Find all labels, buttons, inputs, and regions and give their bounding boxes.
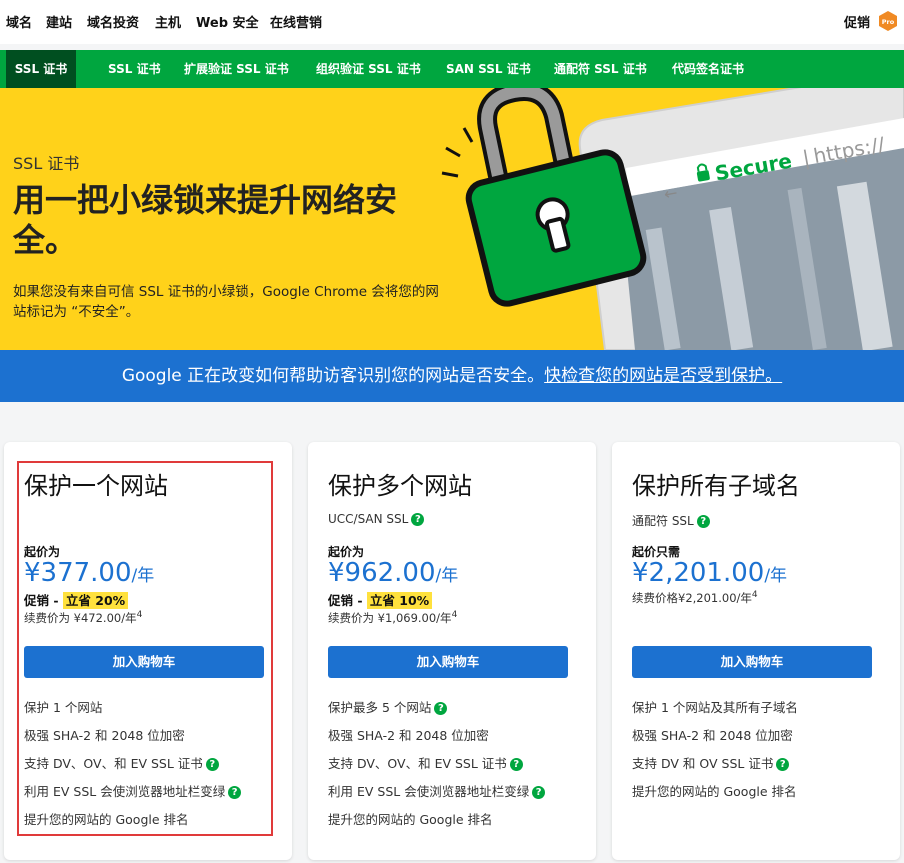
help-icon[interactable]: ?	[205, 758, 219, 771]
tab-ov-ssl[interactable]: 组织验证 SSL 证书	[316, 50, 421, 88]
plan-card-multi-site: 保护多个网站 UCC/SAN SSL? 起价为 ¥962.00/年 促销 - 立…	[308, 442, 596, 860]
plan-renewal-price: 续费价格¥2,201.00/年4	[632, 590, 758, 605]
banner-text: Google 正在改变如何帮助访客识别您的网站是否安全。	[121, 366, 545, 386]
plan-savings-badge: 立省 20%	[62, 592, 129, 609]
plan-features: 保护最多 5 个网站? 极强 SHA-2 和 2048 位加密 支持 DV、OV…	[328, 698, 546, 838]
hero-title: 用一把小绿锁来提升网络安全。	[13, 181, 398, 259]
tab-ssl[interactable]: SSL 证书	[108, 50, 161, 88]
hero: SSL 证书 用一把小绿锁来提升网络安全。 如果您没有来自可信 SSL 证书的小…	[0, 88, 904, 350]
help-icon[interactable]: ?	[696, 515, 710, 528]
help-icon[interactable]: ?	[228, 786, 242, 799]
nav-domain-investing[interactable]: 域名投资	[87, 12, 139, 31]
help-icon[interactable]: ?	[776, 758, 790, 771]
product-nav-current[interactable]: SSL 证书	[6, 50, 76, 88]
top-nav: 域名 建站 域名投资 主机 Web 安全 在线营销 促销 Pro	[0, 0, 904, 44]
feature-item: 极强 SHA-2 和 2048 位加密	[24, 728, 185, 743]
plan-title: 保护多个网站	[328, 472, 472, 500]
add-to-cart-button[interactable]: 加入购物车	[328, 646, 568, 678]
add-to-cart-button[interactable]: 加入购物车	[24, 646, 264, 678]
help-icon[interactable]: ?	[434, 702, 448, 715]
feature-item: 提升您的网站的 Google 排名	[328, 812, 493, 827]
nav-domains[interactable]: 域名	[6, 12, 32, 31]
plan-price: ¥962.00/年	[328, 558, 459, 588]
plan-title: 保护所有子域名	[632, 472, 800, 500]
feature-item: 提升您的网站的 Google 排名	[632, 784, 797, 799]
plan-subtitle: UCC/SAN SSL?	[328, 512, 425, 526]
nav-web-security[interactable]: Web 安全	[196, 12, 259, 31]
nav-website[interactable]: 建站	[46, 12, 72, 31]
plan-features: 保护 1 个网站 极强 SHA-2 和 2048 位加密 支持 DV、OV、和 …	[24, 698, 242, 838]
hero-illustration: ← Secure | https://	[441, 88, 904, 350]
feature-item: 支持 DV、OV、和 EV SSL 证书?	[24, 754, 241, 782]
feature-item: 利用 EV SSL 会使浏览器地址栏变绿?	[24, 782, 242, 810]
help-icon[interactable]: ?	[509, 758, 523, 771]
plan-renewal-price: 续费价为 ¥472.00/年4	[24, 610, 143, 625]
plan-card-single-site: 保护一个网站 起价为 ¥377.00/年 促销 - 立省 20% 续费价为 ¥4…	[4, 442, 292, 860]
banner-check-link[interactable]: 快检查您的网站是否受到保护。	[544, 366, 782, 386]
feature-item: 支持 DV 和 OV SSL 证书?	[632, 754, 798, 782]
feature-item: 极强 SHA-2 和 2048 位加密	[328, 728, 489, 743]
feature-item: 保护 1 个网站	[24, 700, 103, 715]
tab-code-signing[interactable]: 代码签名证书	[672, 50, 744, 88]
feature-item: 保护最多 5 个网站?	[328, 698, 545, 726]
plan-title: 保护一个网站	[24, 472, 168, 500]
nav-hosting[interactable]: 主机	[155, 12, 181, 31]
plan-price: ¥377.00/年	[24, 558, 155, 588]
nav-online-marketing[interactable]: 在线营销	[270, 12, 322, 31]
plan-renewal-price: 续费价为 ¥1,069.00/年4	[328, 610, 458, 625]
tab-wildcard-ssl[interactable]: 通配符 SSL 证书	[554, 50, 647, 88]
plan-promo: 促销 - 立省 10%	[328, 590, 433, 609]
feature-item: 保护 1 个网站及其所有子域名	[632, 700, 798, 715]
hero-eyebrow: SSL 证书	[13, 154, 80, 173]
feature-item: 提升您的网站的 Google 排名	[24, 812, 189, 827]
tab-ev-ssl[interactable]: 扩展验证 SSL 证书	[184, 50, 289, 88]
feature-item: 支持 DV、OV、和 EV SSL 证书?	[328, 754, 545, 782]
plan-savings-badge: 立省 10%	[366, 592, 433, 609]
help-icon[interactable]: ?	[532, 786, 546, 799]
plan-card-wildcard: 保护所有子域名 通配符 SSL? 起价只需 ¥2,201.00/年 续费价格¥2…	[612, 442, 900, 860]
plan-features: 保护 1 个网站及其所有子域名 极强 SHA-2 和 2048 位加密 支持 D…	[632, 698, 798, 810]
add-to-cart-button[interactable]: 加入购物车	[632, 646, 872, 678]
svg-text:Pro: Pro	[882, 18, 895, 26]
feature-item: 利用 EV SSL 会使浏览器地址栏变绿?	[328, 782, 546, 810]
chrome-warning-banner: Google 正在改变如何帮助访客识别您的网站是否安全。快检查您的网站是否受到保…	[0, 350, 904, 402]
help-icon[interactable]: ?	[411, 513, 425, 526]
tab-san-ssl[interactable]: SAN SSL 证书	[446, 50, 531, 88]
product-nav: SSL 证书 SSL 证书 扩展验证 SSL 证书 组织验证 SSL 证书 SA…	[0, 50, 904, 95]
pro-badge-icon[interactable]: Pro	[878, 10, 898, 32]
plan-promo: 促销 - 立省 20%	[24, 590, 129, 609]
nav-promo[interactable]: 促销	[844, 12, 870, 31]
feature-item: 极强 SHA-2 和 2048 位加密	[632, 728, 793, 743]
plan-price: ¥2,201.00/年	[632, 558, 788, 588]
plan-subtitle: 通配符 SSL?	[632, 512, 710, 529]
hero-description: 如果您没有来自可信 SSL 证书的小绿锁，Google Chrome 会将您的网…	[13, 284, 439, 320]
